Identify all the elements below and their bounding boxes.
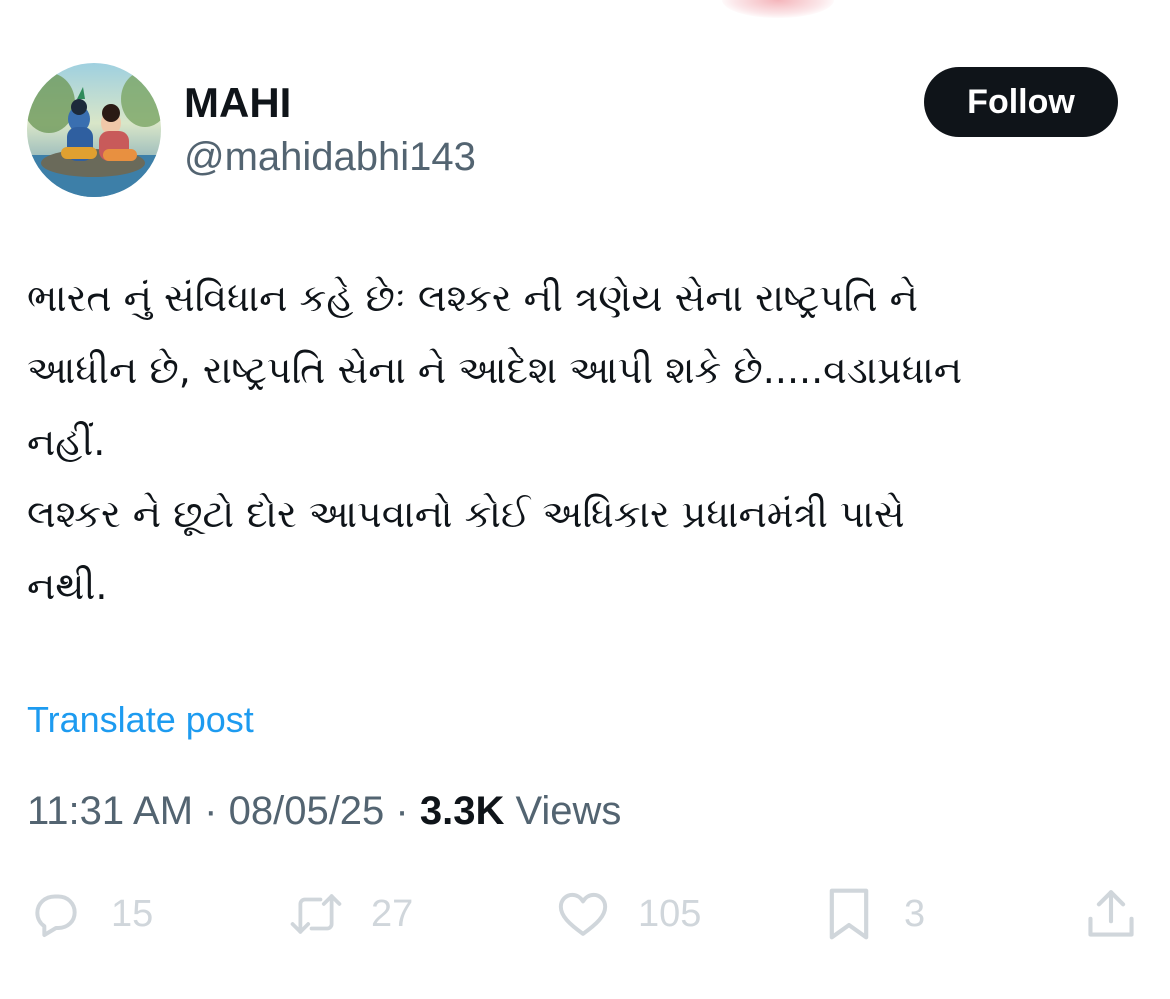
translate-post-link[interactable]: Translate post bbox=[27, 698, 254, 742]
post-text-line: લશ્કર ને છૂટો દોર આપવાનો કોઈ અધિકાર પ્રધ… bbox=[27, 492, 905, 536]
post-text-line: નથી. bbox=[27, 564, 108, 608]
repost-count: 27 bbox=[371, 893, 414, 935]
bookmark-icon bbox=[820, 885, 878, 943]
avatar-image bbox=[27, 63, 161, 197]
post-text-line: નહીં. bbox=[27, 420, 106, 464]
share-upload-icon bbox=[1082, 885, 1140, 943]
like-count: 105 bbox=[638, 893, 702, 935]
reply-button[interactable]: 15 bbox=[27, 884, 153, 944]
share-button[interactable] bbox=[1082, 884, 1140, 944]
repost-button[interactable]: 27 bbox=[287, 884, 413, 944]
post-text-line: આધીન છે, રાષ્ટ્રપતિ સેના ને આદેશ આપી શકે… bbox=[27, 348, 963, 392]
reply-count: 15 bbox=[111, 893, 154, 935]
meta-separator: · bbox=[193, 789, 229, 833]
post-time[interactable]: 11:31 AM bbox=[27, 789, 193, 833]
bookmark-count: 3 bbox=[904, 893, 926, 935]
post-text-line: ભારત નું સંવિધાન કહે છેઃ લશ્કર ની ત્રણેય… bbox=[27, 276, 918, 320]
post-meta: 11:31 AM · 08/05/25 · 3.3K Views bbox=[27, 787, 621, 835]
heart-icon bbox=[554, 885, 612, 943]
top-smudge-decoration bbox=[722, 0, 834, 18]
views-label: Views bbox=[504, 789, 622, 833]
views-count[interactable]: 3.3K bbox=[420, 789, 505, 833]
reply-bubble-icon bbox=[27, 885, 85, 943]
user-handle[interactable]: @mahidabhi143 bbox=[184, 133, 476, 181]
meta-separator: · bbox=[384, 789, 420, 833]
avatar[interactable] bbox=[27, 63, 161, 197]
post-text: ભારત નું સંવિધાન કહે છેઃ લશ્કર ની ત્રણેય… bbox=[27, 262, 1147, 622]
bookmark-button[interactable]: 3 bbox=[820, 884, 925, 944]
display-name[interactable]: MAHI bbox=[184, 78, 291, 128]
like-button[interactable]: 105 bbox=[554, 884, 701, 944]
repost-arrows-icon bbox=[287, 885, 345, 943]
follow-button[interactable]: Follow bbox=[924, 67, 1118, 137]
post-date[interactable]: 08/05/25 bbox=[229, 789, 385, 833]
